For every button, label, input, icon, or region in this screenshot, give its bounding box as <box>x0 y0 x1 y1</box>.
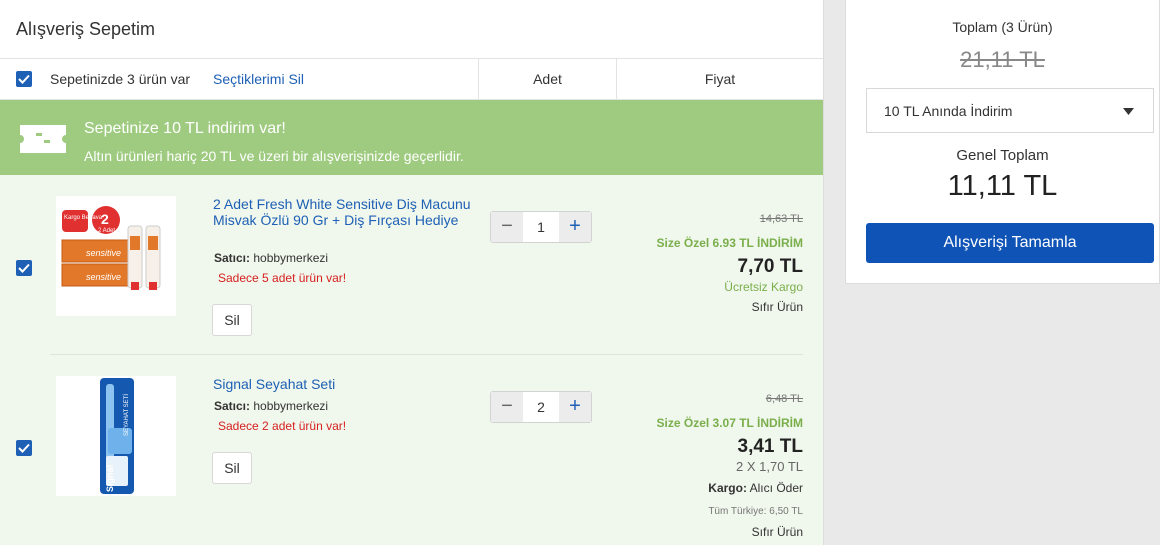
quantity-input[interactable] <box>523 212 559 242</box>
cart-item: Signal SEYAHAT SETİ Signal Seyahat Seti … <box>0 355 823 539</box>
item-price: 7,70 TL <box>737 256 803 277</box>
order-summary: Toplam (3 Ürün) 21,11 TL 10 TL Anında İn… <box>845 0 1160 284</box>
chevron-down-icon <box>1123 108 1134 115</box>
svg-text:2: 2 <box>101 211 109 227</box>
old-price: 14,63 TL <box>759 213 803 225</box>
svg-text:sensitive: sensitive <box>86 272 121 282</box>
cargo-fee-text: Tüm Türkiye: 6,50 TL <box>708 506 803 517</box>
discount-text: Size Özel 3.07 TL İNDİRİM <box>656 416 803 430</box>
check-icon <box>18 74 30 84</box>
product-image-count: 2 Adet <box>98 228 115 234</box>
item-checkbox[interactable] <box>16 260 32 276</box>
product-image[interactable]: sensitive sensitive 2 2 Adet Kargo Bedav… <box>56 196 176 316</box>
grand-total-value: 11,11 TL <box>947 170 1058 202</box>
column-header-qty: Adet <box>478 59 617 99</box>
cargo-value: Alıcı Öder <box>749 481 803 495</box>
seller-info: Satıcı: hobbymerkezi <box>214 399 328 413</box>
column-header-price: Fiyat <box>704 71 736 87</box>
seller-label: Satıcı: <box>214 251 251 265</box>
delete-item-button[interactable]: Sil <box>212 304 252 336</box>
cargo-info: Kargo: Alıcı Öder <box>708 481 803 495</box>
quantity-stepper: − + <box>490 211 592 243</box>
total-old-price: 21,11 TL <box>960 47 1045 72</box>
quantity-input[interactable] <box>523 392 559 422</box>
promo-banner: Sepetinize 10 TL indirim var! Altın ürün… <box>0 100 823 175</box>
product-image-brand: sensitive <box>86 248 121 258</box>
product-name-link[interactable]: 2 Adet Fresh White Sensitive Diş Macunu … <box>213 196 473 228</box>
toothpaste-image: sensitive sensitive 2 2 Adet Kargo Bedav… <box>61 206 161 290</box>
seller-label: Satıcı: <box>214 399 251 413</box>
product-name-link[interactable]: Signal Seyahat Seti <box>213 376 473 392</box>
item-checkbox[interactable] <box>16 440 32 456</box>
minus-icon[interactable]: − <box>491 212 523 242</box>
seller-info: Satıcı: hobbymerkezi <box>214 251 328 265</box>
delete-item-button[interactable]: Sil <box>212 452 252 484</box>
delete-selected-link[interactable]: Seçtiklerimi Sil <box>213 71 304 87</box>
product-image[interactable]: Signal SEYAHAT SETİ <box>56 376 176 496</box>
minus-icon[interactable]: − <box>491 392 523 422</box>
complete-order-button[interactable]: Alışverişi Tamamla <box>866 223 1154 263</box>
item-price: 3,41 TL <box>737 436 803 457</box>
plus-icon[interactable]: + <box>559 392 591 422</box>
discount-select[interactable]: 10 TL Anında İndirim <box>866 88 1154 133</box>
seller-name: hobbymerkezi <box>253 399 329 413</box>
total-label: Toplam (3 Ürün) <box>952 19 1053 35</box>
check-icon <box>18 443 30 453</box>
promo-description: Altın ürünleri hariç 20 TL ve üzeri bir … <box>84 148 464 164</box>
condition-text: Sıfır Ürün <box>751 300 803 314</box>
product-image-brand: Signal <box>105 465 115 492</box>
cart-toolbar: Sepetinizde 3 ürün var Seçtiklerimi Sil … <box>0 59 823 100</box>
plus-icon[interactable]: + <box>559 212 591 242</box>
select-all-checkbox[interactable] <box>16 71 32 87</box>
product-image-label: SEYAHAT SETİ <box>123 394 130 436</box>
stock-warning: Sadece 2 adet ürün var! <box>218 419 347 433</box>
travel-kit-image: Signal SEYAHAT SETİ <box>100 378 134 494</box>
cart-items: sensitive sensitive 2 2 Adet Kargo Bedav… <box>0 175 823 545</box>
promo-title: Sepetinize 10 TL indirim var! <box>84 120 286 137</box>
product-image-badge: Kargo Bedava <box>64 215 103 221</box>
cargo-label: Kargo: <box>708 481 747 495</box>
stock-warning: Sadece 5 adet ürün var! <box>218 271 347 285</box>
unit-price: 2 X 1,70 TL <box>736 459 803 474</box>
quantity-stepper: − + <box>490 391 592 423</box>
seller-name: hobbymerkezi <box>253 251 329 265</box>
discount-select-value: 10 TL Anında İndirim <box>884 103 1013 119</box>
cart-panel: Alışveriş Sepetim Sepetinizde 3 ürün var… <box>0 0 824 545</box>
grand-total-label: Genel Toplam <box>956 147 1049 164</box>
cart-count-text: Sepetinizde 3 ürün var <box>50 71 191 87</box>
page-title: Alışveriş Sepetim <box>0 0 823 59</box>
discount-text: Size Özel 6.93 TL İNDİRİM <box>656 236 803 250</box>
check-icon <box>18 263 30 273</box>
ticket-icon <box>20 125 66 153</box>
cargo-info: Ücretsiz Kargo <box>724 280 803 294</box>
old-price: 6,48 TL <box>765 393 803 405</box>
condition-text: Sıfır Ürün <box>751 525 803 539</box>
cart-item: sensitive sensitive 2 2 Adet Kargo Bedav… <box>0 175 823 355</box>
